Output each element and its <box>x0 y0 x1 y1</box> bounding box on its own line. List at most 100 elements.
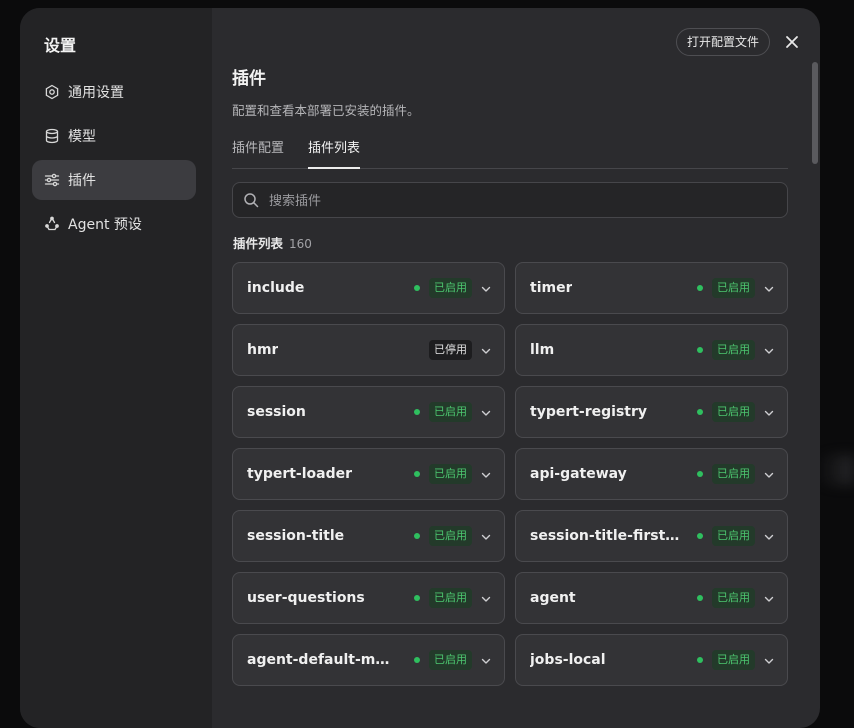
plugin-card[interactable]: agent-default-model 已启用 <box>232 634 505 686</box>
plugin-name: include <box>247 280 305 296</box>
sidebar-item-models[interactable]: 模型 <box>32 116 196 156</box>
status-badge: 已启用 <box>429 650 472 670</box>
plugin-card[interactable]: session-title 已启用 <box>232 510 505 562</box>
status-dot <box>414 595 420 601</box>
status-badge: 已启用 <box>429 464 472 484</box>
sidebar-item-label: 模型 <box>68 129 96 145</box>
database-icon <box>45 128 59 144</box>
chevron-down-icon[interactable] <box>480 655 492 667</box>
tab-plugin-config[interactable]: 插件配置 <box>232 136 284 168</box>
plugin-name: llm <box>530 342 555 358</box>
tab-bar: 插件配置 插件列表 <box>232 136 788 169</box>
plugin-name: timer <box>530 280 573 296</box>
close-icon[interactable] <box>782 32 802 52</box>
status-dot <box>414 657 420 663</box>
sidebar-item-label: 通用设置 <box>68 85 124 101</box>
status-badge: 已启用 <box>712 340 755 360</box>
plugin-card[interactable]: hmr 已停用 <box>232 324 505 376</box>
chevron-down-icon[interactable] <box>763 283 775 295</box>
plugin-card[interactable]: jobs-local 已启用 <box>515 634 788 686</box>
status-dot <box>414 533 420 539</box>
chevron-down-icon[interactable] <box>763 655 775 667</box>
status-dot <box>697 409 703 415</box>
status-dot <box>414 285 420 291</box>
status-badge: 已启用 <box>712 278 755 298</box>
status-badge: 已启用 <box>429 588 472 608</box>
plugin-name: session-title-first-pr... <box>530 528 680 544</box>
status-dot <box>697 657 703 663</box>
chevron-down-icon[interactable] <box>480 531 492 543</box>
status-badge: 已启用 <box>712 402 755 422</box>
settings-dialog: 设置 通用设置 模型 插件 Agent 预设 插件 配置和查看本部署已安装的插件… <box>20 8 820 728</box>
sidebar-item-general[interactable]: 通用设置 <box>32 72 196 112</box>
status-dot <box>414 471 420 477</box>
plugin-name: agent <box>530 590 576 606</box>
status-badge: 已停用 <box>429 340 472 360</box>
status-badge: 已启用 <box>429 278 472 298</box>
status-dot <box>697 595 703 601</box>
list-header: 插件列表 160 <box>233 233 312 252</box>
chevron-down-icon[interactable] <box>480 283 492 295</box>
tab-plugin-list[interactable]: 插件列表 <box>308 136 361 169</box>
chevron-down-icon[interactable] <box>763 345 775 357</box>
gear-icon <box>45 84 59 100</box>
status-dot <box>697 471 703 477</box>
plugin-card[interactable]: timer 已启用 <box>515 262 788 314</box>
sidebar-item-agent-presets[interactable]: Agent 预设 <box>32 204 196 244</box>
dialog-title: 设置 <box>44 36 77 55</box>
sliders-icon <box>44 173 60 187</box>
chevron-down-icon[interactable] <box>480 407 492 419</box>
sidebar: 设置 通用设置 模型 插件 Agent 预设 <box>20 8 212 728</box>
list-label: 插件列表 <box>233 236 284 251</box>
plugin-name: session-title <box>247 528 345 544</box>
plugin-card[interactable]: typert-registry 已启用 <box>515 386 788 438</box>
status-dot <box>697 347 703 353</box>
plugin-card[interactable]: session 已启用 <box>232 386 505 438</box>
chevron-down-icon[interactable] <box>763 593 775 605</box>
list-count: 160 <box>289 237 312 251</box>
plugin-name: api-gateway <box>530 466 627 482</box>
status-dot <box>697 285 703 291</box>
chevron-down-icon[interactable] <box>480 345 492 357</box>
chevron-down-icon[interactable] <box>763 531 775 543</box>
status-badge: 已启用 <box>712 464 755 484</box>
plugin-card[interactable]: agent 已启用 <box>515 572 788 624</box>
sidebar-nav: 通用设置 模型 插件 Agent 预设 <box>32 72 196 248</box>
plugin-card[interactable]: include 已启用 <box>232 262 505 314</box>
scrollbar-thumb[interactable] <box>812 62 818 164</box>
plugin-card[interactable]: api-gateway 已启用 <box>515 448 788 500</box>
plugin-name: session <box>247 404 306 420</box>
backdrop-highlight <box>818 455 854 485</box>
status-badge: 已启用 <box>429 402 472 422</box>
status-dot <box>414 409 420 415</box>
plugin-card[interactable]: llm 已启用 <box>515 324 788 376</box>
plugin-name: typert-loader <box>247 466 353 482</box>
status-badge: 已启用 <box>712 526 755 546</box>
status-badge: 已启用 <box>429 526 472 546</box>
plugin-card[interactable]: session-title-first-pr... 已启用 <box>515 510 788 562</box>
chevron-down-icon[interactable] <box>480 593 492 605</box>
search-icon <box>244 193 259 208</box>
main-content: 插件 配置和查看本部署已安装的插件。 插件配置 插件列表 插件列表 160 inc… <box>232 8 788 728</box>
sidebar-item-label: 插件 <box>68 173 96 189</box>
chevron-down-icon[interactable] <box>763 469 775 481</box>
search-box <box>232 182 788 219</box>
chevron-down-icon[interactable] <box>480 469 492 481</box>
plugin-name: jobs-local <box>530 652 606 668</box>
plugin-name: user-questions <box>247 590 365 606</box>
plugin-name: agent-default-model <box>247 652 397 668</box>
plugin-card[interactable]: user-questions 已启用 <box>232 572 505 624</box>
plugin-name: hmr <box>247 342 279 358</box>
plugin-card[interactable]: typert-loader 已启用 <box>232 448 505 500</box>
page-title: 插件 <box>232 69 266 89</box>
status-dot <box>697 533 703 539</box>
sidebar-item-plugins[interactable]: 插件 <box>32 160 196 200</box>
plugin-name: typert-registry <box>530 404 648 420</box>
status-badge: 已启用 <box>712 650 755 670</box>
agent-icon <box>45 216 59 231</box>
search-input[interactable] <box>267 183 771 219</box>
chevron-down-icon[interactable] <box>763 407 775 419</box>
page-description: 配置和查看本部署已安装的插件。 <box>232 103 420 118</box>
sidebar-item-label: Agent 预设 <box>68 217 142 233</box>
open-config-file-button[interactable]: 打开配置文件 <box>676 28 771 56</box>
